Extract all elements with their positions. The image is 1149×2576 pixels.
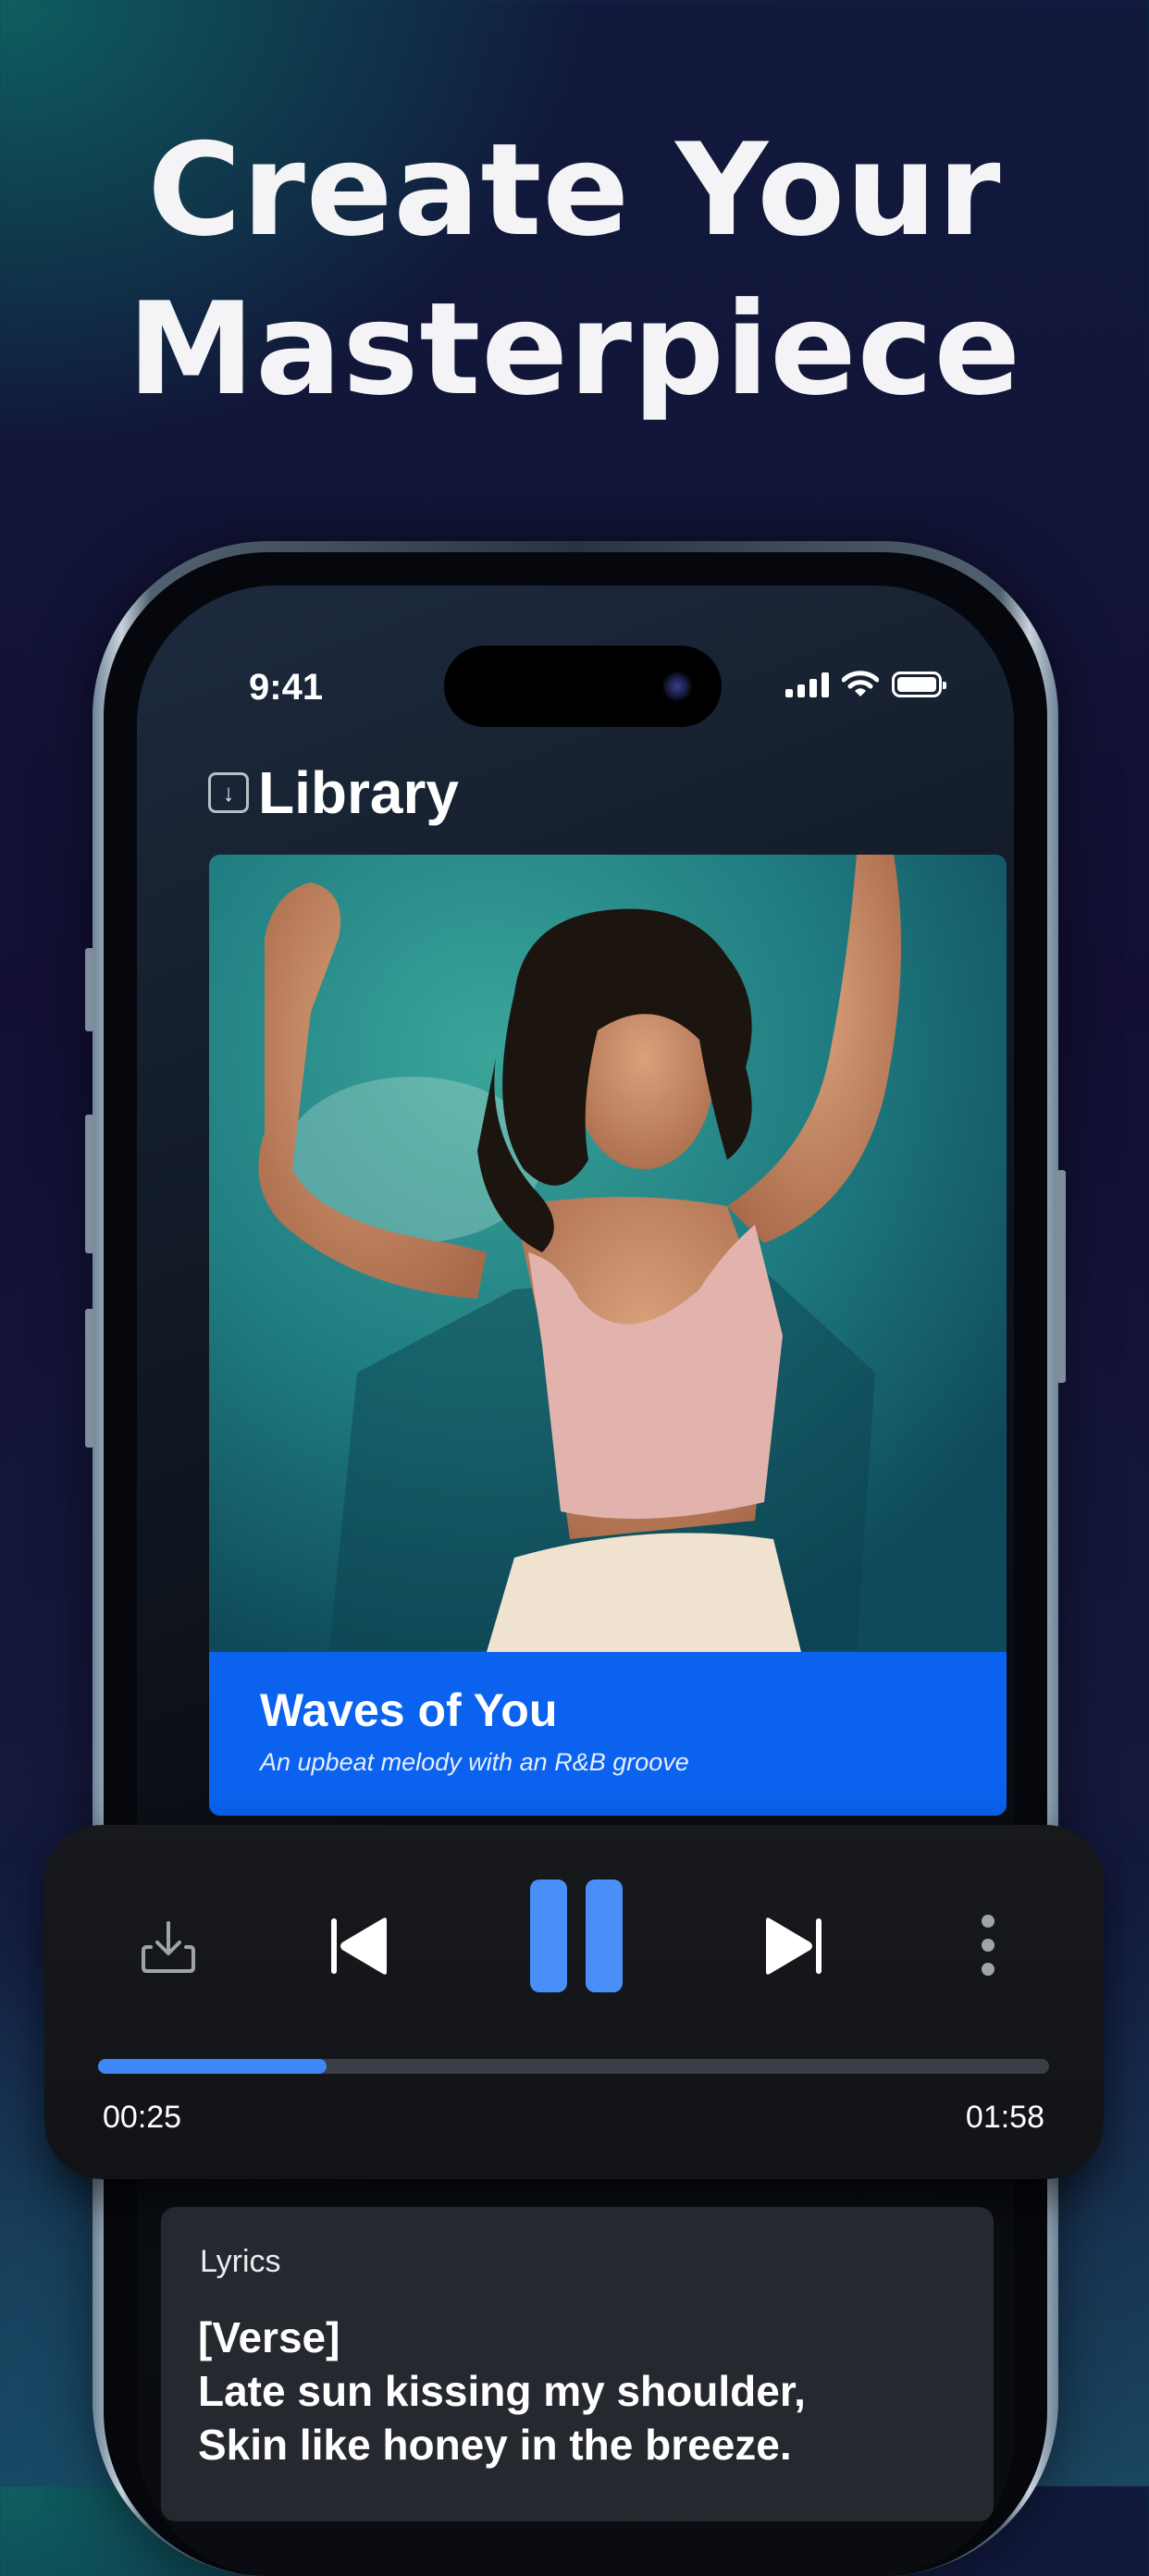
lyrics-label: Lyrics	[200, 2244, 281, 2279]
total-time: 01:58	[965, 2100, 1044, 2135]
battery-icon	[892, 672, 946, 697]
dynamic-island	[444, 646, 722, 727]
headline-line-2: Masterpiece	[127, 275, 1022, 424]
cover-art	[209, 855, 1007, 1652]
headline: Create Your Masterpiece	[0, 111, 1149, 429]
lyrics-line: Skin like honey in the breeze.	[198, 2421, 792, 2469]
library-title: Library	[258, 759, 459, 826]
library-header: ↓ Library	[208, 758, 459, 827]
side-button	[1056, 1170, 1066, 1383]
current-time: 00:25	[103, 2100, 182, 2135]
lyrics-line: [Verse]	[198, 2313, 340, 2361]
lyrics-card: Lyrics [Verse] Late sun kissing my shoul…	[161, 2207, 994, 2521]
volume-up-button	[85, 1115, 94, 1253]
previous-icon[interactable]	[322, 1913, 396, 1979]
track-card[interactable]: Waves of You An upbeat melody with an R&…	[209, 855, 1007, 1816]
download-icon[interactable]	[135, 1913, 202, 1979]
track-title: Waves of You	[260, 1684, 558, 1736]
lyrics-lines: [Verse] Late sun kissing my shoulder, Sk…	[198, 2311, 806, 2471]
track-description: An upbeat melody with an R&B groove	[260, 1748, 689, 1776]
status-time: 9:41	[249, 667, 324, 708]
download-icon[interactable]: ↓	[208, 772, 249, 813]
cellular-signal-icon	[785, 672, 829, 697]
headline-line-1: Create Your	[147, 116, 1002, 265]
player-controls: 00:25 01:58	[44, 1825, 1104, 2179]
action-button	[85, 948, 94, 1031]
progress-fill	[98, 2059, 327, 2074]
next-icon[interactable]	[757, 1913, 831, 1979]
front-camera	[662, 672, 692, 701]
pause-icon[interactable]	[525, 1876, 627, 1996]
more-options-icon[interactable]	[970, 1904, 1007, 1987]
lyrics-line: Late sun kissing my shoulder,	[198, 2367, 806, 2415]
progress-bar[interactable]	[98, 2059, 1049, 2074]
track-info: Waves of You An upbeat melody with an R&…	[209, 1652, 1007, 1816]
status-icons	[785, 671, 946, 698]
wifi-icon	[842, 671, 879, 696]
volume-down-button	[85, 1309, 94, 1448]
